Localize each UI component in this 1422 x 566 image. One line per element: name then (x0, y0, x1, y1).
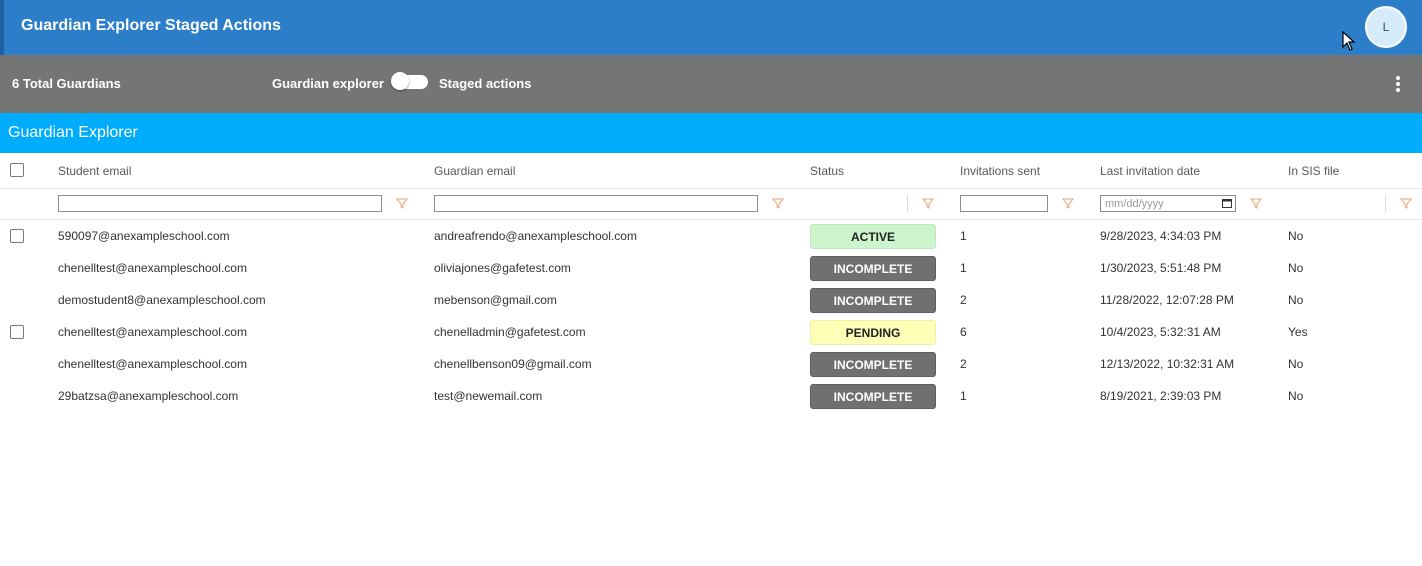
guardian-email-cell: test@newemail.com (434, 389, 543, 403)
guardian-email-cell: oliviajones@gafetest.com (434, 261, 571, 275)
student-email-filter-input[interactable] (58, 195, 382, 212)
filter-icon[interactable] (922, 197, 934, 209)
app-title: Guardian Explorer Staged Actions (21, 17, 281, 34)
last-invitation-date-cell: 9/28/2023, 4:34:03 PM (1100, 229, 1222, 243)
student-email-cell: chenelltest@anexampleschool.com (58, 325, 247, 339)
student-email-cell: demostudent8@anexampleschool.com (58, 293, 266, 307)
filter-icon[interactable] (396, 197, 408, 209)
view-toggle-switch[interactable] (391, 72, 428, 90)
status-badge: ACTIVE (810, 224, 936, 249)
table-row[interactable]: chenelltest@anexampleschool.com chenella… (0, 316, 1422, 348)
invitations-cell: 6 (960, 325, 967, 339)
status-badge: INCOMPLETE (810, 352, 936, 377)
toolbar: 6 Total Guardians Guardian explorer Stag… (0, 55, 1422, 113)
invitations-cell: 2 (960, 357, 967, 371)
guardian-email-cell: chenelladmin@gafetest.com (434, 325, 586, 339)
status-badge: PENDING (810, 320, 936, 345)
in-sis-file-cell: Yes (1288, 325, 1308, 339)
guardian-email-cell: chenellbenson09@gmail.com (434, 357, 592, 371)
column-header-in-sis-file[interactable]: In SIS file (1288, 164, 1339, 178)
date-filter-input[interactable]: mm/dd/yyyy (1100, 195, 1236, 212)
column-header-last-invitation-date[interactable]: Last invitation date (1100, 164, 1200, 178)
invitations-cell: 1 (960, 229, 967, 243)
in-sis-file-cell: No (1288, 389, 1304, 403)
invitations-filter-input[interactable] (960, 195, 1048, 212)
more-options-icon[interactable] (1391, 74, 1405, 94)
column-header-invitations-sent[interactable]: Invitations sent (960, 164, 1040, 178)
table-row[interactable]: demostudent8@anexampleschool.com mebenso… (0, 284, 1422, 316)
student-email-cell: 29batzsa@anexampleschool.com (58, 389, 239, 403)
invitations-cell: 2 (960, 293, 967, 307)
guardian-email-cell: andreafrendo@anexampleschool.com (434, 229, 637, 243)
calendar-icon[interactable] (1222, 198, 1232, 208)
table-row[interactable]: 29batzsa@anexampleschool.com test@newema… (0, 380, 1422, 412)
date-filter-placeholder: mm/dd/yyyy (1105, 198, 1164, 210)
sis-filter-select[interactable] (1288, 195, 1386, 212)
last-invitation-date-cell: 10/4/2023, 5:32:31 AM (1100, 325, 1221, 339)
student-email-cell: chenelltest@anexampleschool.com (58, 357, 247, 371)
in-sis-file-cell: No (1288, 293, 1304, 307)
total-guardians-count: 6 Total Guardians (12, 76, 121, 91)
filter-row: mm/dd/yyyy (0, 188, 1422, 220)
column-header-guardian-email[interactable]: Guardian email (434, 164, 515, 178)
invitations-cell: 1 (960, 389, 967, 403)
status-badge: INCOMPLETE (810, 288, 936, 313)
last-invitation-date-cell: 1/30/2023, 5:51:48 PM (1100, 261, 1222, 275)
toggle-thumb (391, 72, 409, 90)
filter-icon[interactable] (1400, 197, 1412, 209)
section-title: Guardian Explorer (8, 124, 138, 141)
student-email-cell: chenelltest@anexampleschool.com (58, 261, 247, 275)
column-header-student-email[interactable]: Student email (58, 164, 131, 178)
mouse-cursor-icon (1342, 31, 1356, 51)
filter-icon[interactable] (1250, 197, 1262, 209)
row-checkbox[interactable] (10, 325, 24, 339)
status-badge: INCOMPLETE (810, 256, 936, 281)
table-row[interactable]: chenelltest@anexampleschool.com oliviajo… (0, 252, 1422, 284)
select-all-checkbox[interactable] (10, 163, 24, 177)
last-invitation-date-cell: 8/19/2021, 2:39:03 PM (1100, 389, 1222, 403)
in-sis-file-cell: No (1288, 261, 1304, 275)
app-bar: Guardian Explorer Staged Actions L (0, 0, 1422, 55)
table-row[interactable]: 590097@anexampleschool.com andreafrendo@… (0, 220, 1422, 252)
guardian-email-cell: mebenson@gmail.com (434, 293, 557, 307)
table-row[interactable]: chenelltest@anexampleschool.com chenellb… (0, 348, 1422, 380)
last-invitation-date-cell: 12/13/2022, 10:32:31 AM (1100, 357, 1235, 371)
row-checkbox[interactable] (10, 229, 24, 243)
guardian-email-filter-input[interactable] (434, 195, 758, 212)
table-header-row: Student email Guardian email Status Invi… (0, 153, 1422, 189)
app-bar-edge (0, 0, 4, 55)
toggle-label-guardian-explorer: Guardian explorer (272, 76, 384, 91)
invitations-cell: 1 (960, 261, 967, 275)
section-header: Guardian Explorer (0, 113, 1422, 153)
avatar[interactable]: L (1365, 6, 1407, 48)
status-badge: INCOMPLETE (810, 384, 936, 409)
filter-icon[interactable] (772, 197, 784, 209)
column-header-status[interactable]: Status (810, 164, 844, 178)
in-sis-file-cell: No (1288, 229, 1304, 243)
status-filter-select[interactable] (810, 195, 908, 212)
in-sis-file-cell: No (1288, 357, 1304, 371)
last-invitation-date-cell: 11/28/2022, 12:07:28 PM (1100, 293, 1234, 307)
filter-icon[interactable] (1062, 197, 1074, 209)
toggle-label-staged-actions: Staged actions (439, 76, 532, 91)
student-email-cell: 590097@anexampleschool.com (58, 229, 230, 243)
